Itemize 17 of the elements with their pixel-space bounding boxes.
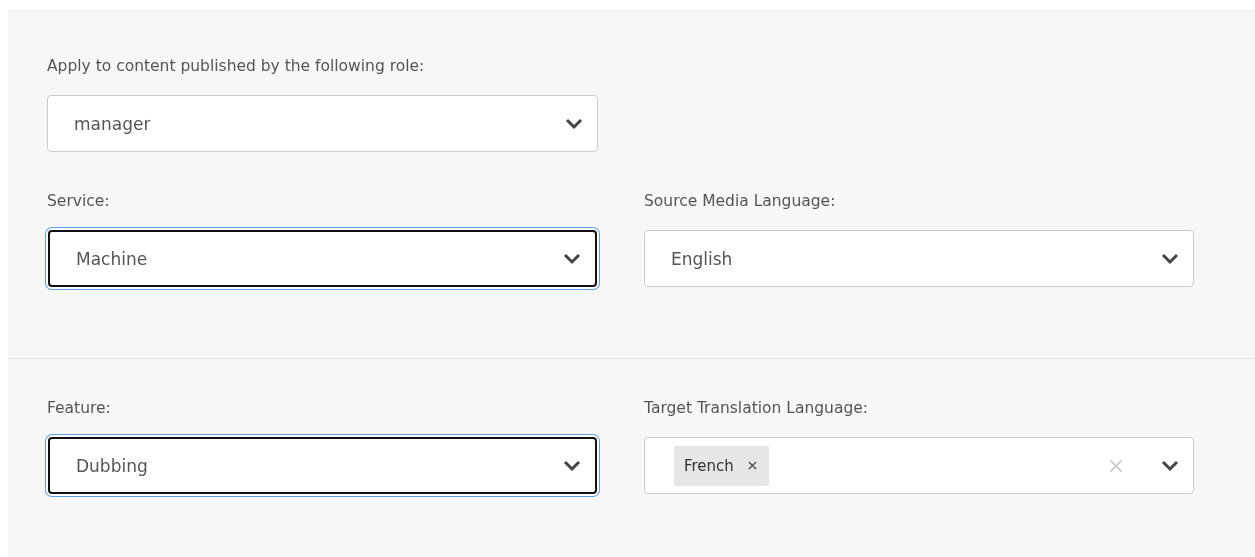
chevron-down-icon — [563, 252, 581, 265]
remove-icon[interactable] — [747, 461, 757, 470]
chevron-down-icon — [563, 459, 581, 472]
field-label: Target Translation Language: — [644, 398, 869, 418]
chevron-down-icon — [1161, 459, 1179, 472]
field-label: Apply to content published by the following role: — [47, 56, 426, 76]
chevron-down-icon — [1161, 252, 1179, 265]
tag-chip: French — [674, 445, 769, 486]
select-field[interactable]: manager — [47, 95, 598, 152]
field-label: Source Media Language: — [644, 191, 837, 211]
select-field[interactable]: Machine — [48, 230, 597, 287]
select-field[interactable]: Dubbing — [48, 437, 597, 494]
select-field[interactable]: English — [644, 230, 1194, 287]
multi-select-field[interactable]: French — [644, 437, 1194, 494]
field-label: Feature: — [47, 398, 112, 418]
field-label: Service: — [47, 191, 111, 211]
chevron-down-icon — [565, 117, 583, 130]
